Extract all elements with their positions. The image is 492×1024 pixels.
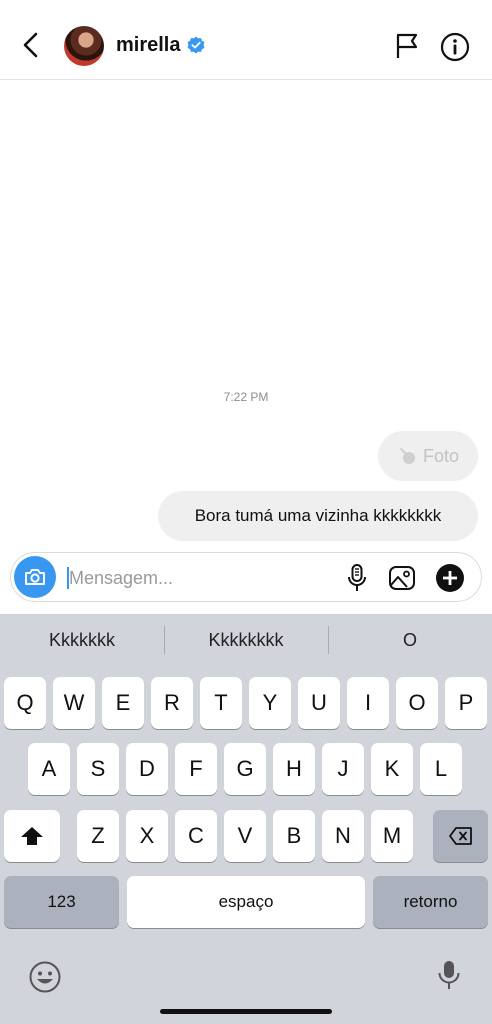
- message-text: Bora tumá uma vizinha kkkkkkkk: [194, 506, 442, 525]
- message-composer: [10, 552, 482, 602]
- key-letter[interactable]: Z: [77, 810, 119, 862]
- key-letter[interactable]: J: [322, 743, 364, 795]
- key-letter[interactable]: M: [371, 810, 413, 862]
- photo-message-label: Foto: [422, 445, 460, 466]
- emoji-icon[interactable]: [28, 960, 62, 994]
- dictation-mic-icon[interactable]: [432, 958, 466, 992]
- key-letter[interactable]: I: [347, 677, 389, 729]
- suggestion-bar: Kkkkkkk Kkkkkkkk O: [0, 614, 492, 666]
- text-message-bubble[interactable]: Bora tumá uma vizinha kkkkkkkk: [158, 491, 478, 541]
- key-letter[interactable]: A: [28, 743, 70, 795]
- key-letter[interactable]: T: [200, 677, 242, 729]
- key-letter[interactable]: E: [102, 677, 144, 729]
- camera-button[interactable]: [14, 556, 56, 598]
- key-letter[interactable]: H: [273, 743, 315, 795]
- message-input[interactable]: [69, 566, 329, 590]
- key-letter[interactable]: Y: [249, 677, 291, 729]
- key-letter[interactable]: Q: [4, 677, 46, 729]
- key-letter[interactable]: W: [53, 677, 95, 729]
- key-letter[interactable]: G: [224, 743, 266, 795]
- key-letter[interactable]: D: [126, 743, 168, 795]
- backspace-icon: [448, 827, 472, 845]
- back-arrow-icon[interactable]: [18, 30, 46, 60]
- key-letter[interactable]: X: [126, 810, 168, 862]
- camera-icon: [25, 569, 45, 585]
- backspace-key[interactable]: [433, 810, 488, 862]
- key-letter[interactable]: C: [175, 810, 217, 862]
- shift-arrow-icon: [21, 827, 43, 845]
- key-letter[interactable]: B: [273, 810, 315, 862]
- suggestion-item[interactable]: Kkkkkkkk: [164, 614, 328, 666]
- report-flag-icon[interactable]: [395, 33, 419, 59]
- numbers-key[interactable]: 123: [4, 876, 119, 928]
- key-letter[interactable]: S: [77, 743, 119, 795]
- key-letter[interactable]: N: [322, 810, 364, 862]
- message-timestamp: 7:22 PM: [223, 390, 269, 404]
- return-key[interactable]: retorno: [373, 876, 488, 928]
- chat-username[interactable]: mirella: [116, 34, 180, 57]
- photo-message-bubble[interactable]: Foto: [378, 431, 478, 481]
- info-icon[interactable]: [440, 32, 470, 62]
- key-letter[interactable]: O: [396, 677, 438, 729]
- on-screen-keyboard: Kkkkkkk Kkkkkkkk O Q W E R T Y U I O P A…: [0, 614, 492, 1024]
- photo-icon: [399, 448, 415, 464]
- suggestion-item[interactable]: Kkkkkkk: [0, 614, 164, 666]
- add-plus-icon[interactable]: [435, 563, 465, 593]
- key-letter[interactable]: R: [151, 677, 193, 729]
- shift-key[interactable]: [4, 810, 60, 862]
- chat-header: mirella: [0, 0, 492, 80]
- avatar[interactable]: [64, 26, 104, 66]
- key-letter[interactable]: L: [420, 743, 462, 795]
- home-indicator: [160, 1009, 332, 1014]
- space-key[interactable]: espaço: [127, 876, 365, 928]
- key-letter[interactable]: V: [224, 810, 266, 862]
- gallery-icon[interactable]: [387, 563, 417, 593]
- key-letter[interactable]: K: [371, 743, 413, 795]
- suggestion-item[interactable]: O: [328, 614, 492, 666]
- key-letter[interactable]: U: [298, 677, 340, 729]
- verified-badge-icon: [187, 36, 205, 54]
- key-letter[interactable]: F: [175, 743, 217, 795]
- microphone-icon[interactable]: [344, 563, 370, 593]
- key-letter[interactable]: P: [445, 677, 487, 729]
